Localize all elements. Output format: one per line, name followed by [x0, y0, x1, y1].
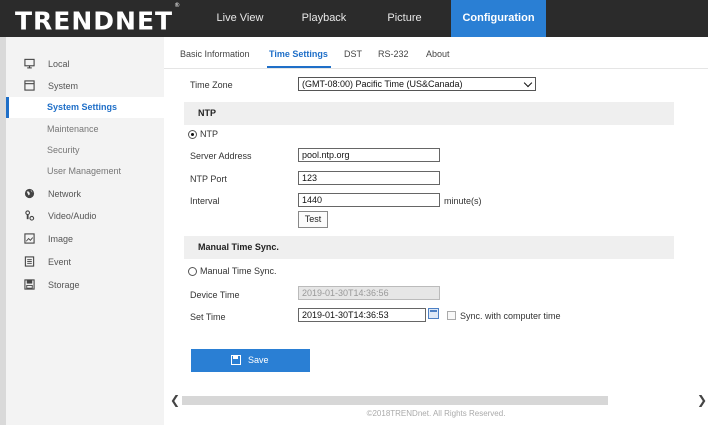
- sidebar-item-label: System: [48, 81, 79, 91]
- storage-icon: [24, 279, 35, 290]
- save-button[interactable]: Save: [191, 349, 310, 372]
- sidebar-item-label: Image: [48, 234, 74, 244]
- sidebar-item-image[interactable]: Image: [6, 228, 164, 250]
- top-bar: TRENDNET® Live View Playback Picture Con…: [0, 0, 708, 37]
- manual-sync-radio[interactable]: [188, 267, 197, 276]
- sidebar-item-storage[interactable]: Storage: [6, 274, 164, 296]
- tab-playback[interactable]: Playback: [289, 0, 359, 37]
- horizontal-scrollbar[interactable]: ❮ ❯: [164, 394, 708, 406]
- tab-live-view[interactable]: Live View: [200, 0, 280, 37]
- sidebar-item-network[interactable]: Network: [6, 183, 164, 205]
- interval-label: Interval: [190, 196, 220, 206]
- sidebar-item-label: Event: [48, 257, 72, 267]
- sidebar-item-label: Security: [47, 145, 80, 155]
- floppy-disk-icon: [231, 355, 241, 365]
- time-zone-value: (GMT-08:00) Pacific Time (US&Canada): [302, 79, 463, 89]
- interval-unit: minute(s): [444, 196, 482, 206]
- device-time-label: Device Time: [190, 290, 240, 300]
- sidebar-item-label: Maintenance: [47, 124, 99, 134]
- manual-sync-section-title: Manual Time Sync.: [198, 242, 279, 252]
- tab-configuration[interactable]: Configuration: [451, 0, 546, 37]
- sidebar: Local System System Settings Maintenance…: [0, 37, 164, 425]
- ntp-port-label: NTP Port: [190, 174, 227, 184]
- subtab-basic-information[interactable]: Basic Information: [180, 49, 250, 59]
- sidebar-item-maintenance[interactable]: Maintenance: [6, 119, 164, 140]
- video-audio-icon: [25, 210, 35, 221]
- subtab-rs-232[interactable]: RS-232: [378, 49, 409, 59]
- ntp-radio[interactable]: [188, 130, 197, 139]
- subtab-about[interactable]: About: [426, 49, 450, 59]
- set-time-input[interactable]: 2019-01-30T14:36:53: [298, 308, 426, 322]
- footer-copyright: ©2018TRENDnet. All Rights Reserved.: [366, 409, 506, 418]
- trendnet-logo: TRENDNET®: [15, 2, 182, 36]
- manual-sync-radio-label: Manual Time Sync.: [200, 266, 277, 276]
- subtab-divider: [164, 68, 708, 69]
- ntp-section-header: NTP: [184, 102, 674, 125]
- subtab-dst[interactable]: DST: [344, 49, 362, 59]
- manual-sync-section-header: Manual Time Sync.: [184, 236, 674, 259]
- sidebar-item-label: Network: [48, 189, 82, 199]
- set-time-label: Set Time: [190, 312, 226, 322]
- scrollbar-track[interactable]: [182, 396, 608, 405]
- sidebar-item-label: System Settings: [47, 102, 118, 112]
- device-time-field: 2019-01-30T14:36:56: [298, 286, 440, 300]
- main-content: Basic Information Time Settings DST RS-2…: [164, 37, 708, 425]
- test-button[interactable]: Test: [298, 211, 328, 228]
- sync-computer-label: Sync. with computer time: [460, 311, 561, 321]
- sidebar-item-event[interactable]: Event: [6, 251, 164, 273]
- monitor-icon: [24, 58, 35, 69]
- time-zone-select[interactable]: (GMT-08:00) Pacific Time (US&Canada): [298, 77, 536, 91]
- ntp-section-title: NTP: [198, 108, 216, 118]
- tab-picture[interactable]: Picture: [367, 0, 442, 37]
- sidebar-item-label: Storage: [48, 280, 80, 290]
- save-button-label: Save: [248, 355, 269, 365]
- server-address-label: Server Address: [190, 151, 252, 161]
- sidebar-item-security[interactable]: Security: [6, 140, 164, 161]
- sidebar-item-label: User Management: [47, 166, 122, 176]
- system-icon: [24, 80, 35, 91]
- sidebar-item-local[interactable]: Local: [6, 53, 164, 75]
- sidebar-item-system-settings[interactable]: System Settings: [6, 97, 164, 118]
- event-icon: [24, 256, 35, 267]
- chevron-down-icon: [523, 78, 533, 88]
- calendar-icon[interactable]: [428, 308, 439, 319]
- globe-icon: [24, 188, 35, 199]
- sync-computer-checkbox[interactable]: [447, 311, 456, 320]
- sidebar-item-label: Video/Audio: [48, 211, 97, 221]
- sidebar-item-system[interactable]: System: [6, 75, 164, 97]
- interval-input[interactable]: 1440: [298, 193, 440, 207]
- server-address-input[interactable]: pool.ntp.org: [298, 148, 440, 162]
- scroll-left-arrow-icon[interactable]: ❮: [170, 394, 180, 406]
- scroll-right-arrow-icon[interactable]: ❯: [697, 394, 707, 406]
- sidebar-item-label: Local: [48, 59, 70, 69]
- sidebar-item-user-management[interactable]: User Management: [6, 161, 164, 182]
- subtab-time-settings[interactable]: Time Settings: [269, 49, 328, 59]
- time-zone-label: Time Zone: [190, 80, 233, 90]
- sidebar-item-video-audio[interactable]: Video/Audio: [6, 205, 164, 227]
- ntp-port-input[interactable]: 123: [298, 171, 440, 185]
- ntp-radio-label: NTP: [200, 129, 218, 139]
- image-icon: [24, 233, 35, 244]
